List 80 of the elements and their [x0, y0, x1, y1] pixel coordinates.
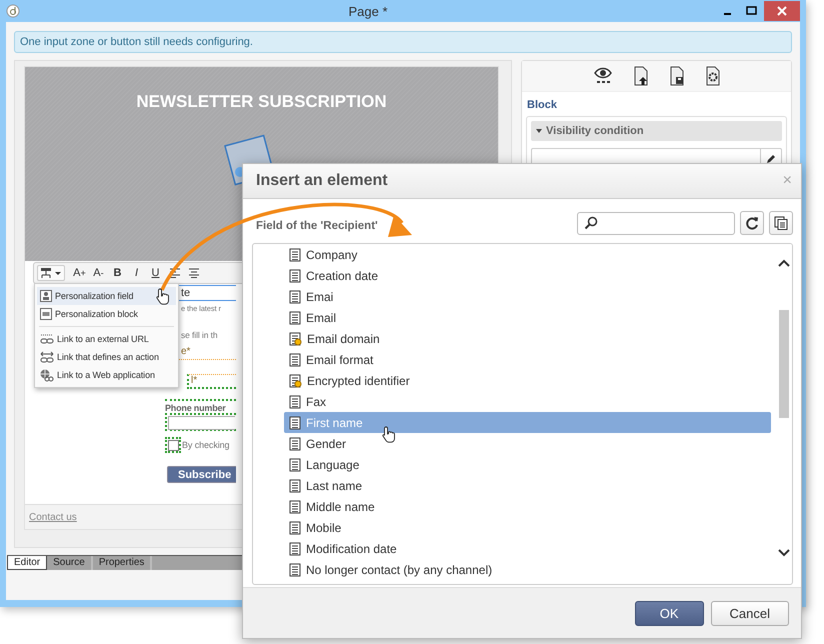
section-title: Visibility condition: [546, 125, 644, 137]
refresh-button[interactable]: [740, 211, 764, 235]
list-item[interactable]: No longer contact (by any channel): [253, 559, 771, 580]
document-badge-icon: [289, 374, 302, 388]
refresh-icon: [745, 216, 759, 230]
insert-dropdown[interactable]: [37, 265, 65, 281]
document-icon: [289, 416, 301, 430]
align-center-icon: [188, 268, 200, 278]
app-icon: [6, 4, 20, 18]
list-item[interactable]: Email domain: [253, 328, 771, 349]
document-icon: [289, 352, 301, 366]
list-item[interactable]: Fax: [253, 391, 771, 412]
hand-cursor-icon: [155, 288, 172, 306]
search-icon: [584, 216, 598, 230]
format-button[interactable]: B: [109, 265, 126, 281]
list-item[interactable]: Mobile: [253, 517, 771, 538]
cancel-button[interactable]: Cancel: [710, 600, 789, 626]
copy-icon: [774, 216, 788, 230]
list-item[interactable]: Email: [253, 307, 771, 328]
menu-item[interactable]: Personalization block: [37, 305, 176, 323]
document-icon: [289, 458, 301, 472]
document-settings-icon[interactable]: [704, 66, 720, 86]
insert-icon: [41, 268, 61, 278]
list-item[interactable]: Middle name: [253, 496, 771, 517]
notice-message: One input zone or button still needs configuring.: [14, 31, 792, 53]
document-icon: [289, 310, 301, 324]
format-button[interactable]: I: [128, 265, 145, 281]
align-left-icon: [168, 268, 180, 278]
upload-document-icon[interactable]: [632, 66, 648, 86]
editor-tab[interactable]: Editor: [7, 556, 48, 570]
block-title: Block: [527, 99, 558, 111]
hand-cursor-icon: [381, 426, 398, 444]
list-item[interactable]: Company: [253, 244, 771, 265]
list-item[interactable]: Email format: [253, 349, 771, 370]
document-icon: [289, 500, 301, 514]
document-icon: [289, 268, 301, 282]
block-icon: [40, 308, 52, 320]
consent-label: By checking: [182, 440, 230, 450]
save-document-icon[interactable]: [668, 66, 684, 86]
list-item[interactable]: Gender: [253, 433, 771, 454]
list-item[interactable]: Last name: [253, 475, 771, 496]
menu-item[interactable]: Link to an external URL: [37, 330, 176, 348]
document-badge-icon: [289, 332, 302, 346]
editor-tab[interactable]: Source: [47, 556, 93, 570]
field-icon: [40, 290, 52, 302]
document-icon: [289, 436, 301, 450]
dialog-subtitle: Field of the 'Recipient': [256, 219, 379, 232]
document-icon: [289, 478, 301, 492]
document-icon: [289, 290, 301, 304]
list-item[interactable]: Modification date: [253, 538, 771, 559]
document-icon: [289, 562, 301, 576]
phone-field[interactable]: [165, 413, 236, 431]
preview-eye-icon[interactable]: [592, 66, 612, 86]
form-intro-text: se fill in th: [180, 330, 218, 340]
menu-item[interactable]: Personalization field: [37, 287, 176, 305]
dialog-title: Insert an element: [256, 172, 388, 190]
field-label: l*: [187, 374, 236, 389]
list-item[interactable]: Encrypted identifier: [253, 370, 771, 391]
document-icon: [289, 520, 301, 534]
ok-button[interactable]: OK: [634, 600, 704, 626]
menu-item[interactable]: Link to a Web application: [37, 366, 176, 384]
document-icon: [289, 394, 301, 408]
list-item[interactable]: Emai: [253, 286, 771, 307]
list-view-button[interactable]: [769, 211, 793, 235]
consent-checkbox[interactable]: [165, 437, 181, 453]
list-item[interactable]: Creation date: [253, 265, 771, 286]
close-icon[interactable]: [764, 1, 800, 21]
list-item[interactable]: Language: [253, 454, 771, 475]
section-header[interactable]: Visibility condition: [531, 121, 782, 141]
action-link-icon: [40, 351, 54, 363]
subscribe-button[interactable]: Subscribe: [167, 466, 236, 483]
search-field[interactable]: [577, 212, 735, 234]
document-icon: [289, 542, 301, 556]
newsletter-heading: NEWSLETTER SUBSCRIPTION: [136, 92, 387, 112]
link-icon: [40, 333, 54, 345]
document-icon: [289, 248, 301, 262]
window-title: Page *: [347, 4, 389, 18]
editor-tab[interactable]: Properties: [92, 556, 152, 570]
globe-link-icon: [40, 368, 54, 382]
format-button[interactable]: U: [147, 265, 164, 281]
